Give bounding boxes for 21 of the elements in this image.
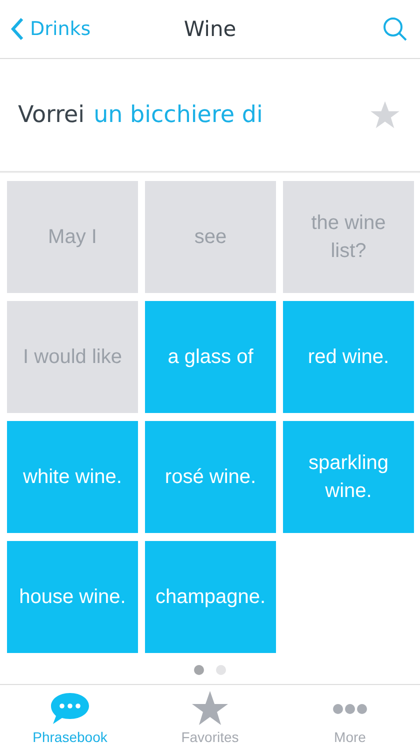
- phrase-tile[interactable]: May I: [7, 181, 138, 293]
- search-icon[interactable]: [382, 16, 408, 42]
- more-icon: [333, 704, 367, 714]
- star-icon[interactable]: [370, 100, 400, 130]
- phrase-tile[interactable]: I would like: [7, 301, 138, 413]
- back-button[interactable]: Drinks: [10, 17, 91, 41]
- phrase-tile[interactable]: house wine.: [7, 541, 138, 653]
- phrase-tile[interactable]: champagne.: [145, 541, 276, 653]
- phrase-tile[interactable]: a glass of: [145, 301, 276, 413]
- phrase-tile[interactable]: see: [145, 181, 276, 293]
- speech-bubble-icon: [50, 690, 90, 726]
- phrase-tile[interactable]: sparkling wine.: [283, 421, 414, 533]
- phrase-text: Vorrei: [18, 102, 85, 128]
- phrase-tile[interactable]: white wine.: [7, 421, 138, 533]
- phrase-tile[interactable]: the wine list?: [283, 181, 414, 293]
- screen-title: Wine: [184, 17, 236, 41]
- phrase-tile[interactable]: red wine.: [283, 301, 414, 413]
- phrase-tile[interactable]: rosé wine.: [145, 421, 276, 533]
- star-icon: [190, 690, 230, 726]
- chevron-icon: [10, 17, 24, 41]
- highlighted-phrase: un bicchiere di: [94, 102, 263, 128]
